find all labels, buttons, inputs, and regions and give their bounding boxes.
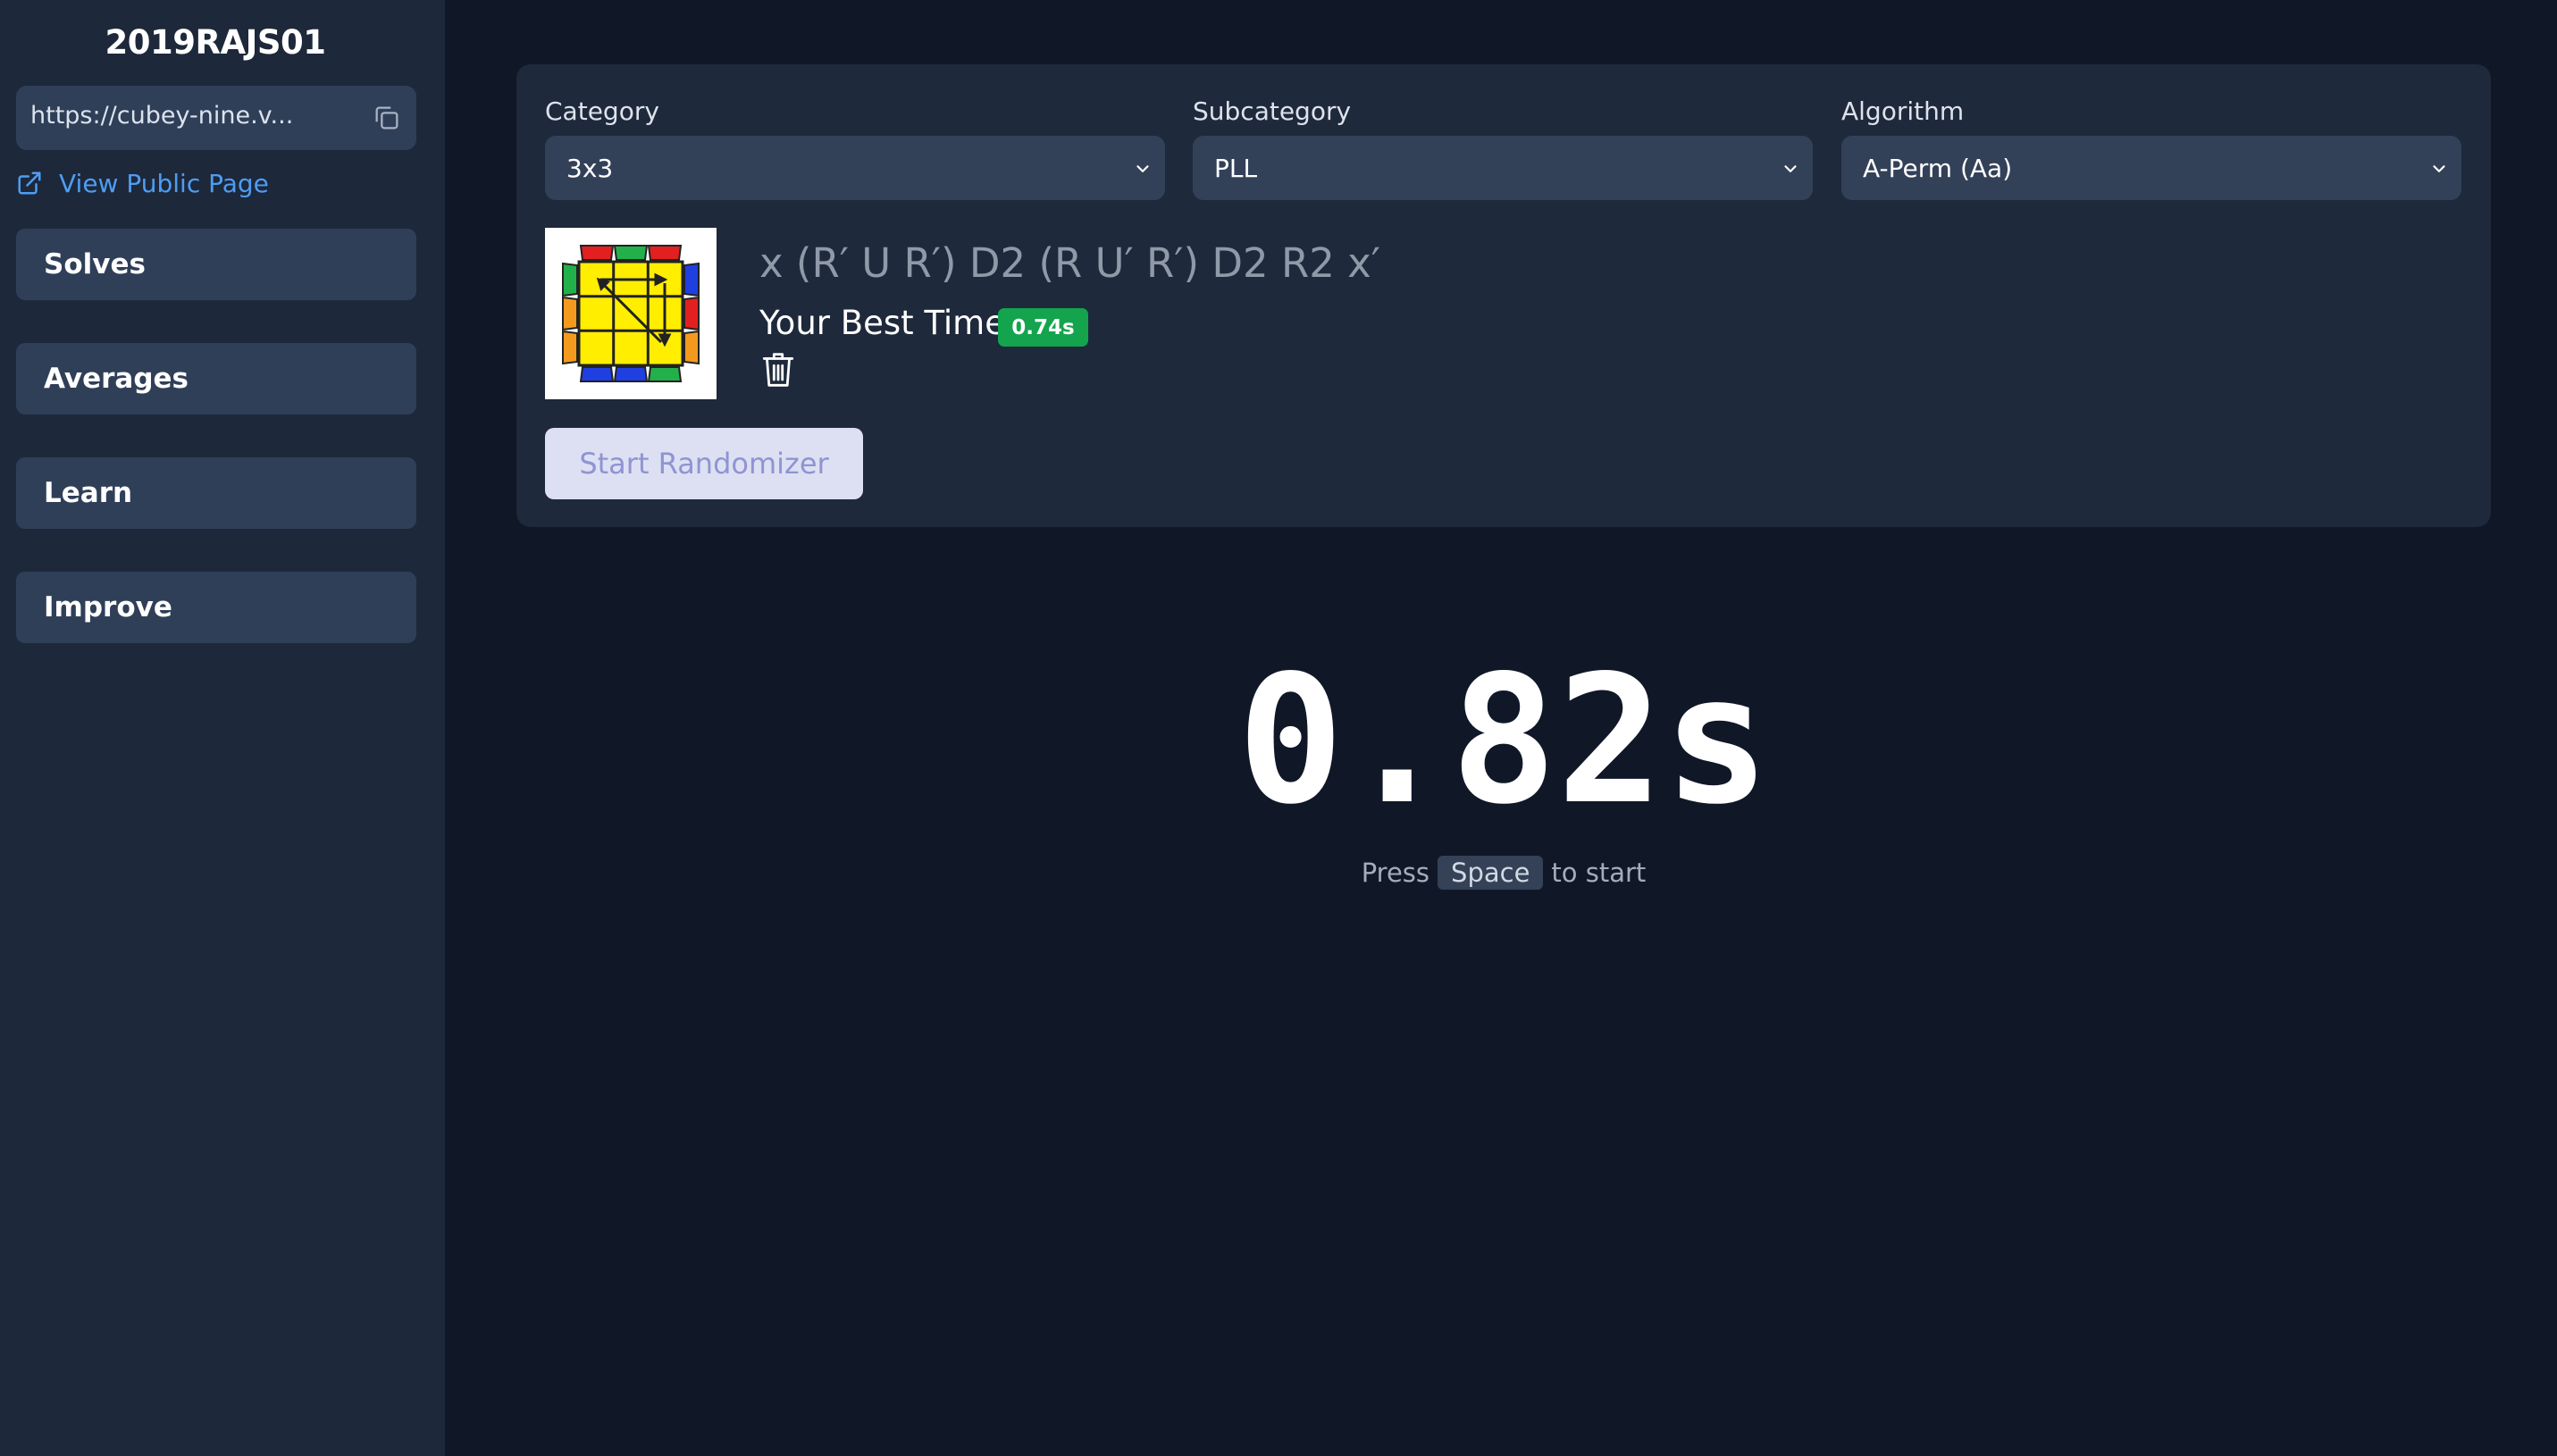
cube-diagram (545, 228, 717, 399)
subcategory-label: Subcategory (1193, 96, 1352, 126)
category-value: 3x3 (566, 153, 614, 183)
algorithm-select[interactable]: A-Perm (Aa) (1841, 136, 2461, 200)
category-select[interactable]: 3x3 (545, 136, 1165, 200)
category-label: Category (545, 96, 659, 126)
subcategory-value: PLL (1214, 153, 1258, 183)
nav-learn-button[interactable]: Learn (16, 457, 416, 529)
share-url-text: https://cubey-nine.v... (30, 102, 294, 130)
start-hint: Press Space to start (516, 856, 2491, 890)
hint-before: Press (1361, 858, 1430, 888)
external-link-icon (18, 172, 41, 195)
sidebar: 2019RAJS01 https://cubey-nine.v... View … (0, 0, 445, 1456)
share-url-box: https://cubey-nine.v... (16, 86, 416, 150)
hint-after: to start (1551, 858, 1647, 888)
algorithm-notation: x (R′ U R′) D2 (R U′ R′) D2 R2 x′ (759, 239, 1381, 287)
best-time-label: Your Best Time: (759, 304, 1017, 342)
copy-icon[interactable] (372, 103, 402, 133)
trash-icon[interactable] (761, 350, 795, 389)
best-time-badge: 0.74s (998, 308, 1088, 347)
view-public-page-label: View Public Page (59, 168, 269, 198)
username: 2019RAJS01 (105, 23, 326, 62)
chevron-down-icon (1136, 165, 1149, 172)
start-randomizer-button[interactable]: Start Randomizer (545, 428, 863, 499)
nav-averages-button[interactable]: Averages (16, 343, 416, 414)
nav-solves-button[interactable]: Solves (16, 229, 416, 300)
timer-display: 0.82s (1237, 637, 1771, 843)
nav-improve-button[interactable]: Improve (16, 572, 416, 643)
subcategory-select[interactable]: PLL (1193, 136, 1813, 200)
algorithm-label: Algorithm (1841, 96, 1965, 126)
chevron-down-icon (1784, 165, 1797, 172)
view-public-page-link[interactable]: View Public Page (16, 165, 269, 201)
chevron-down-icon (2433, 165, 2445, 172)
algorithm-panel: Category Subcategory Algorithm 3x3 PLL A… (516, 64, 2491, 527)
algorithm-value: A-Perm (Aa) (1863, 153, 2013, 183)
space-key-badge: Space (1438, 856, 1544, 890)
